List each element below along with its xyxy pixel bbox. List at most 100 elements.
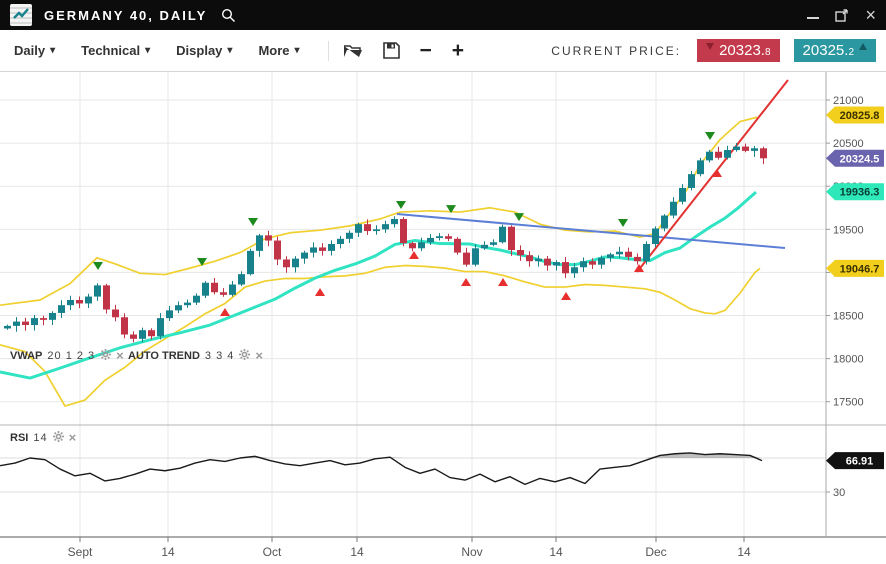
sell-signal-icon [396,201,406,209]
sell-signal-icon [197,258,207,266]
auto-trend-rally [637,80,788,272]
candle [373,229,380,231]
menu-timeframe[interactable]: Daily▾ [14,43,55,58]
candle [634,257,641,261]
candle [121,317,128,334]
svg-text:Sept: Sept [68,545,93,559]
search-icon[interactable] [221,8,236,23]
close-icon[interactable]: × [865,8,876,22]
minimize-button[interactable] [807,11,819,19]
candle [607,254,614,257]
candle [688,174,695,188]
svg-text:20500: 20500 [833,138,864,150]
ask-price-badge: 20325.2 [794,39,876,62]
svg-text:Nov: Nov [461,545,482,559]
candle [310,247,317,252]
sell-signal-icon [93,262,103,270]
time-axis: Sept14Oct14Nov14Dec14 [68,537,751,559]
svg-text:18000: 18000 [833,354,864,366]
candle [706,152,713,161]
chevron-down-icon: ▾ [50,45,55,56]
candle [355,224,362,233]
menu-more[interactable]: More▾ [258,43,299,58]
candle [292,259,299,268]
svg-text:19046.7: 19046.7 [840,263,880,275]
settings-icon[interactable] [239,349,250,363]
arrow-up-icon [859,43,867,50]
buy-signal-icon [561,292,571,300]
candle [499,227,506,243]
candle [202,283,209,296]
menu-display[interactable]: Display▾ [176,43,232,58]
candle [616,252,623,255]
svg-text:19500: 19500 [833,224,864,236]
sell-signal-icon [514,213,524,221]
instrument-title: GERMANY 40, DAILY [44,8,207,23]
title-bar: GERMANY 40, DAILY × [0,0,886,30]
svg-text:14: 14 [161,545,175,559]
axes [0,72,886,537]
candle [103,285,110,309]
candle [562,262,569,273]
candle [760,148,767,158]
candle [643,244,650,261]
candle [400,219,407,243]
candle [427,238,434,242]
candle [148,330,155,336]
chevron-down-icon: ▾ [145,45,150,56]
candle [157,318,164,336]
bid-price-badge: 20323.8 [697,39,779,62]
indicator-label-vwap: VWAP 20 1 2 3 × [10,349,124,363]
candle [382,224,389,229]
svg-text:20324.5: 20324.5 [840,153,880,165]
candle [751,148,758,151]
chart-canvas[interactable]: 2100020500200001950019000185001800017500… [0,72,886,564]
candle [85,297,92,304]
candle [49,313,56,320]
buy-signal-icon [315,288,325,296]
popout-button[interactable] [835,8,849,22]
candle [40,318,47,320]
candle [193,296,200,303]
candle [166,310,173,318]
sell-signal-icon [618,219,628,227]
candle [526,255,533,261]
buy-signal-icon [461,278,471,286]
candle [652,228,659,244]
candle [697,160,704,174]
candle [724,150,731,158]
svg-text:14: 14 [549,545,563,559]
candle [301,253,308,259]
remove-indicator-icon[interactable]: × [116,351,124,361]
candle [229,285,236,295]
settings-icon[interactable] [100,349,111,363]
candle [589,261,596,264]
settings-icon[interactable] [53,431,64,445]
candle [409,243,416,248]
zoom-in-button[interactable]: + [452,42,464,60]
candle [184,303,191,306]
remove-indicator-icon[interactable]: × [255,351,263,361]
candle [337,239,344,244]
candle [544,259,551,266]
menu-technical[interactable]: Technical▾ [81,43,150,58]
save-layout-icon[interactable] [383,42,400,59]
open-layout-icon[interactable] [343,43,363,59]
candle [175,305,182,310]
current-price-label: CURRENT PRICE: [551,44,681,58]
candle [517,250,524,255]
app-logo-icon [10,4,32,26]
candle [598,258,605,265]
candle [481,245,488,248]
grid [0,72,826,537]
buy-signal-icon [712,169,722,177]
svg-text:66.91: 66.91 [846,456,874,468]
candle [742,147,749,151]
svg-text:20825.8: 20825.8 [840,110,880,122]
zoom-out-button[interactable]: − [420,42,432,60]
remove-indicator-icon[interactable]: × [69,433,77,443]
candle [463,253,470,265]
candle [733,147,740,150]
arrow-down-icon [706,43,714,50]
chevron-down-icon: ▾ [227,45,232,56]
